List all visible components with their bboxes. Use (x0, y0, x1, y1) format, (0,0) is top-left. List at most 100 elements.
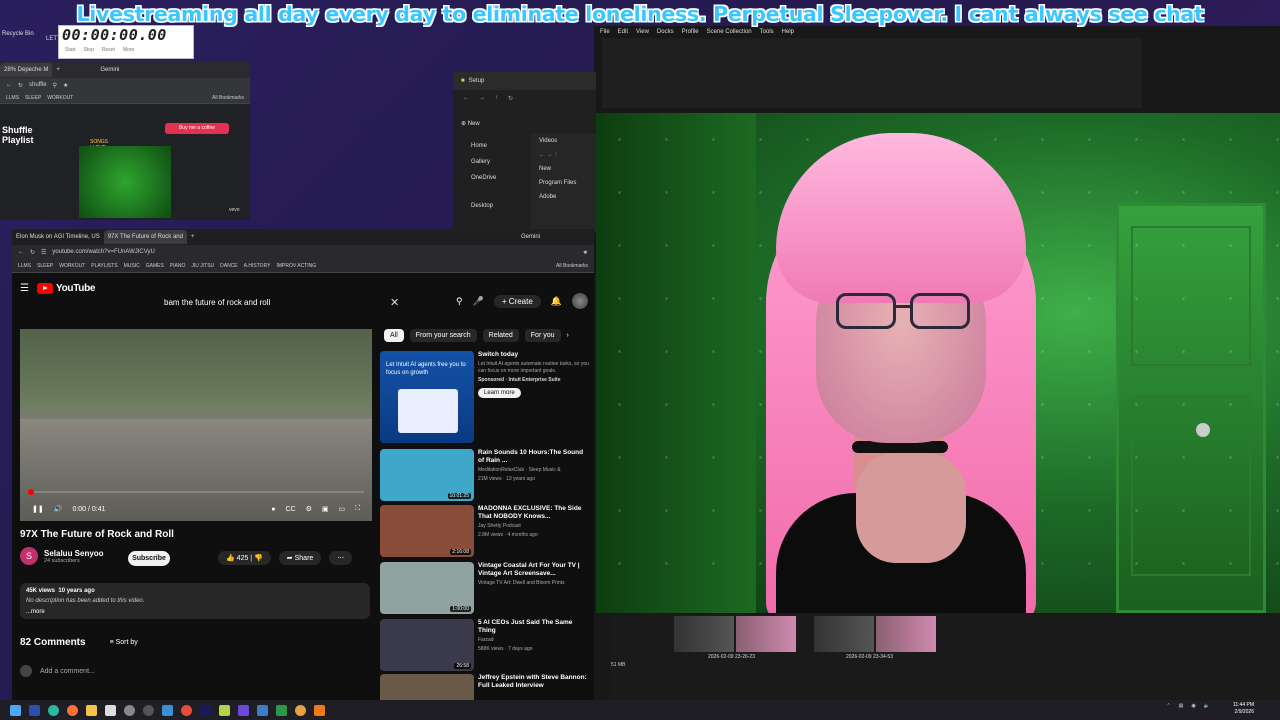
stopwatch-stop-button[interactable]: Stop (84, 47, 94, 53)
network-icon[interactable]: ▤ (1179, 703, 1184, 709)
bookmark-playlists[interactable]: PLAYLISTS (91, 263, 117, 269)
refresh-icon[interactable]: ↻ (508, 95, 513, 102)
back-icon[interactable]: ← (463, 95, 469, 101)
premiere-icon[interactable] (200, 704, 211, 716)
tab-depeche[interactable]: 28% Depeche M (0, 63, 53, 77)
recommendation-title[interactable]: Rain Sounds 10 Hours:The Sound of Rain .… (478, 449, 590, 465)
bookmark-music[interactable]: MUSIC (124, 263, 140, 269)
account-avatar[interactable] (572, 293, 588, 309)
chrome-icon[interactable] (295, 704, 306, 716)
back-icon[interactable]: ← (18, 249, 24, 255)
chip-all[interactable]: All (384, 329, 404, 342)
progress-bar[interactable] (28, 489, 364, 495)
bookmark-improv[interactable]: IMPROV ACTING (276, 263, 316, 269)
recommendation-item[interactable]: 10:01:25 Rain Sounds 10 Hours:The Sound o… (380, 449, 594, 503)
app-icon[interactable] (219, 704, 230, 716)
new-tab-button[interactable]: + (52, 63, 66, 77)
bookmark-llms[interactable]: LLMS (6, 95, 19, 101)
share-button[interactable]: ➦ Share (278, 551, 322, 565)
comment-input[interactable]: Add a comment... (40, 668, 95, 675)
search-icon[interactable]: ⚲ (53, 82, 57, 89)
back-icon[interactable]: ← (6, 82, 12, 88)
sidebar-item-gallery[interactable]: Gallery (457, 154, 527, 170)
video-description[interactable]: 45K views 10 years ago No description ha… (20, 583, 370, 619)
folder-program-files[interactable]: Program Files (531, 176, 596, 190)
chrome-icon[interactable] (181, 704, 192, 716)
music-video-thumbnail[interactable] (79, 146, 171, 218)
app-icon[interactable] (276, 704, 287, 716)
ad-title[interactable]: Switch today (478, 351, 590, 359)
bell-icon[interactable]: 🔔 (551, 296, 562, 307)
recommendation-item[interactable]: Jeffrey Epstein with Steve Bannon: Full … (380, 674, 594, 700)
sponsored-ad[interactable]: Let Intuit AI agents free you to focus o… (380, 351, 594, 445)
explorer-tab-title[interactable]: Setup (469, 78, 485, 84)
bookmark-workout[interactable]: WORKOUT (59, 263, 85, 269)
video-thumbnail[interactable]: 2:16:08 (380, 505, 474, 557)
miniplayer-icon[interactable]: ▣ (322, 505, 329, 513)
channel-avatar[interactable]: S (20, 547, 38, 565)
star-icon[interactable]: ★ (583, 249, 588, 256)
all-bookmarks[interactable]: All Bookmarks (556, 263, 588, 269)
video-thumbnail[interactable]: 1:00:00 (380, 562, 474, 614)
folder-adobe[interactable]: Adobe (531, 190, 596, 204)
subwindow-new-button[interactable]: New (531, 162, 596, 176)
bookmark-dance[interactable]: DANCE (220, 263, 238, 269)
volume-icon[interactable]: 🔊 (54, 505, 63, 513)
stopwatch-reset-button[interactable]: Reset (102, 47, 115, 53)
fullscreen-icon[interactable]: ⛶ (355, 505, 360, 513)
chip-related[interactable]: Related (482, 329, 519, 342)
sort-by-button[interactable]: ≡ Sort by (110, 639, 138, 646)
recommendation-title[interactable]: Vintage Coastal Art For Your TV | Vintag… (478, 562, 590, 578)
reload-icon[interactable]: ↻ (18, 82, 23, 89)
explorer-new-button[interactable]: ⊕ New (461, 120, 480, 127)
chevron-right-icon[interactable]: › (567, 332, 569, 339)
star-icon[interactable]: ★ (63, 82, 68, 89)
bookmark-workout[interactable]: WORKOUT (47, 95, 73, 101)
show-more-link[interactable]: ...more (26, 607, 45, 617)
recommendation-channel[interactable]: Farzad (478, 637, 590, 644)
ad-thumbnail[interactable]: Let Intuit AI agents free you to focus o… (380, 351, 474, 443)
address-bar[interactable]: shuffle (29, 82, 47, 88)
pause-icon[interactable]: ❚❚ (32, 505, 44, 513)
mic-icon[interactable]: ◉ (1191, 703, 1195, 709)
mic-icon[interactable]: 🎤 (473, 296, 484, 307)
tab-youtube-video[interactable]: 97X The Future of Rock and (103, 230, 187, 244)
recycle-bin-label[interactable]: Recycle Bin (2, 31, 34, 37)
sidebar-item-onedrive[interactable]: OneDrive (457, 170, 527, 186)
bookmark-llms[interactable]: LLMS (18, 263, 31, 269)
bookmark-piano[interactable]: PIANO (170, 263, 186, 269)
video-thumbnail[interactable] (380, 674, 474, 700)
create-button[interactable]: + Create (493, 294, 541, 308)
clear-search-icon[interactable]: ✕ (390, 293, 399, 313)
notepad-icon[interactable] (105, 704, 116, 716)
like-button[interactable]: 👍 425 | 👎 (218, 551, 271, 565)
search-icon[interactable]: ⚲ (456, 296, 463, 307)
recommendation-title[interactable]: Jeffrey Epstein with Steve Bannon: Full … (478, 674, 590, 690)
buy-coffee-button[interactable]: Buy me a coffee (165, 123, 229, 134)
edge-icon[interactable] (48, 704, 59, 716)
file-explorer-icon[interactable] (86, 704, 97, 716)
bookmark-sleep[interactable]: SLEEP (37, 263, 53, 269)
recommendation-title[interactable]: MADONNA EXCLUSIVE: The Side That NOBODY … (478, 505, 590, 521)
subwindow-title-videos[interactable]: Videos (531, 134, 596, 148)
recommendation-channel[interactable]: MeditationRelaxClub · Sleep Music & (478, 467, 590, 474)
captions-icon[interactable]: CC (285, 506, 295, 513)
settings-gear-icon[interactable]: ⚙ (306, 505, 312, 513)
search-icon[interactable] (143, 704, 154, 716)
video-thumbnail[interactable]: 10:01:25 (380, 449, 474, 501)
theater-icon[interactable]: ▭ (338, 505, 345, 513)
tab-elon-musk[interactable]: Elon Musk on AGI Timeline, US (12, 230, 104, 244)
bookmark-jiu-jitsu[interactable]: JIU JITSU (191, 263, 214, 269)
subscribe-button[interactable]: Subscribe (128, 551, 170, 566)
video-thumbnail[interactable]: 26:58 (380, 619, 474, 671)
recording-thumbnail[interactable] (814, 616, 942, 652)
menu-icon[interactable]: ☰ (20, 283, 29, 294)
gemini-button[interactable]: Gemini (96, 63, 123, 77)
recommendation-item[interactable]: 1:00:00 Vintage Coastal Art For Your TV |… (380, 562, 594, 616)
forward-icon[interactable]: → (479, 95, 485, 101)
reload-icon[interactable]: ↻ (30, 249, 35, 256)
recommendation-channel[interactable]: Vintage TV Art: Dwell and Bloom Prints (478, 580, 590, 587)
settings-gear-icon[interactable] (124, 704, 135, 716)
new-tab-button[interactable]: + (187, 230, 199, 244)
bookmark-history[interactable]: A.HISTORY (244, 263, 271, 269)
